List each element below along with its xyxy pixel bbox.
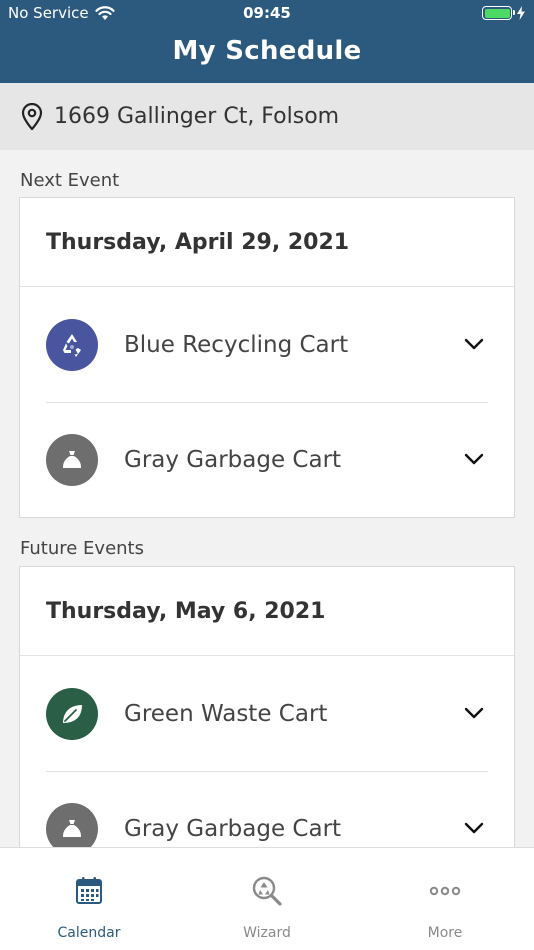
event-item-label: Blue Recycling Cart xyxy=(124,331,349,358)
next-event-heading: Next Event xyxy=(20,170,120,191)
tab-calendar[interactable]: Calendar xyxy=(0,848,178,950)
recycle-icon xyxy=(46,318,98,371)
leaf-icon xyxy=(46,687,98,740)
chevron-down-icon[interactable] xyxy=(464,453,484,465)
app-header: No Service 09:45 My Schedule xyxy=(0,0,534,83)
chevron-down-icon[interactable] xyxy=(464,822,484,834)
event-date: Thursday, April 29, 2021 xyxy=(20,198,514,287)
wizard-search-icon xyxy=(178,875,356,907)
tab-bar: Calendar Wizard More xyxy=(0,847,534,950)
next-event-card: Thursday, April 29, 2021 Blue Recycling … xyxy=(19,197,515,518)
event-item-label: Green Waste Cart xyxy=(124,700,328,727)
garbage-bag-icon xyxy=(46,433,98,486)
event-date: Thursday, May 6, 2021 xyxy=(20,567,514,656)
event-item-green-waste[interactable]: Green Waste Cart xyxy=(20,656,514,771)
tab-wizard[interactable]: Wizard xyxy=(178,848,356,950)
tab-label-wizard: Wizard xyxy=(243,925,291,941)
charging-bolt-icon xyxy=(517,6,525,20)
more-dots-icon xyxy=(356,875,534,907)
status-time: 09:45 xyxy=(243,4,291,22)
chevron-down-icon[interactable] xyxy=(464,338,484,350)
status-right xyxy=(482,6,526,20)
event-item-blue-recycling[interactable]: Blue Recycling Cart xyxy=(20,287,514,402)
chevron-down-icon[interactable] xyxy=(464,707,484,719)
event-item-gray-garbage[interactable]: Gray Garbage Cart xyxy=(20,402,514,517)
calendar-icon xyxy=(0,875,178,907)
status-bar: No Service 09:45 xyxy=(0,0,534,28)
address-text: 1669 Gallinger Ct, Folsom xyxy=(54,104,340,129)
location-pin-icon xyxy=(21,102,43,130)
event-item-label: Gray Garbage Cart xyxy=(124,446,342,473)
future-events-card: Thursday, May 6, 2021 Green Waste Cart G… xyxy=(19,566,515,887)
future-events-heading: Future Events xyxy=(20,538,144,559)
address-bar[interactable]: 1669 Gallinger Ct, Folsom xyxy=(0,83,534,150)
battery-icon xyxy=(482,6,515,20)
tab-label-calendar: Calendar xyxy=(57,925,121,941)
tab-label-more: More xyxy=(427,925,463,941)
tab-more[interactable]: More xyxy=(356,848,534,950)
page-title: My Schedule xyxy=(172,36,362,66)
event-item-label: Gray Garbage Cart xyxy=(124,815,342,842)
